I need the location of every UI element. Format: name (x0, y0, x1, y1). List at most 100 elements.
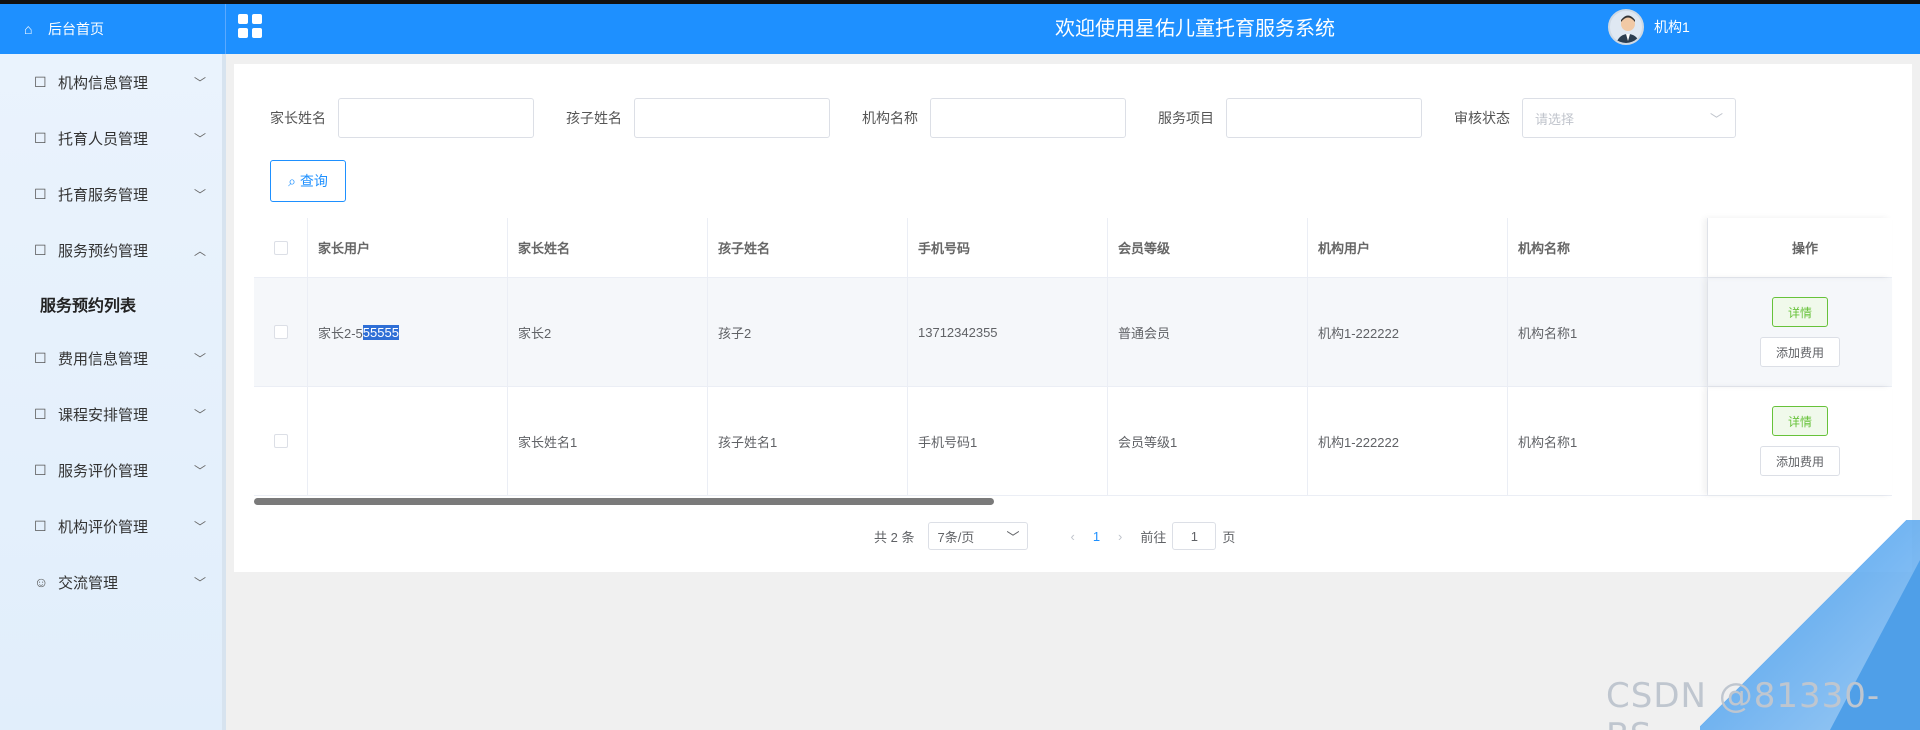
row-select-cell (254, 387, 308, 495)
chevron-down-icon: ﹀ (194, 408, 207, 422)
actions-cell: 详情 添加费用 (1708, 387, 1892, 495)
detail-button[interactable]: 详情 (1772, 406, 1828, 436)
document-icon: ☐ (34, 518, 47, 534)
query-label: 查询 (299, 173, 328, 189)
row-checkbox[interactable] (273, 325, 288, 339)
parent-name-cell: 家长2 (508, 278, 708, 386)
chevron-down-icon: ﹀ (194, 132, 207, 146)
phone-cell: 13712342355 (908, 278, 1108, 386)
sidebar-item-course[interactable]: ☐ 课程安排管理 ﹀ (0, 386, 222, 442)
column-header[interactable]: 家长用户 (308, 218, 508, 277)
document-icon: ☐ (34, 130, 47, 146)
top-bar: ⌂ 后台首页 欢迎使用星佑儿童托育服务系统 机构1 (0, 0, 1920, 54)
watermark: CSDN @81330-BS (1606, 676, 1881, 730)
chevron-down-icon: ﹀ (194, 76, 207, 90)
sidebar: ☐ 机构信息管理 ﹀ ☐ 托育人员管理 ﹀ ☐ 托育服务管理 ﹀ ☐ 服务预约管… (0, 54, 226, 730)
org-name-input[interactable] (930, 98, 1126, 138)
sidebar-item-fee[interactable]: ☐ 费用信息管理 ﹀ (0, 330, 222, 386)
sidebar-item-org-review[interactable]: ☐ 机构评价管理 ﹀ (0, 498, 222, 554)
sidebar-item-staff[interactable]: ☐ 托育人员管理 ﹀ (0, 110, 222, 166)
parent-user-cell (308, 387, 508, 495)
pager-total: 共 2 条 (874, 529, 915, 545)
sidebar-item-label: 服务预约管理 (58, 242, 149, 260)
parent-user-cell: 家长2-5 55555 (308, 278, 508, 386)
status-select[interactable]: 请选择 ﹀ (1522, 98, 1736, 138)
sidebar-item-label: 服务评价管理 (58, 462, 149, 480)
chevron-up-icon: ︿ (194, 244, 207, 258)
chevron-down-icon: ﹀ (194, 520, 207, 534)
home-link[interactable]: ⌂ 后台首页 (0, 4, 226, 54)
page-size-select[interactable]: 7条/页 ﹀ (928, 522, 1029, 550)
org-name-cell: 机构名称1 (1508, 278, 1708, 386)
add-fee-button[interactable]: 添加费用 (1760, 446, 1840, 476)
level-cell: 会员等级1 (1108, 387, 1308, 495)
child-name-field: 孩子姓名 (566, 98, 830, 138)
child-name-cell: 孩子姓名1 (708, 387, 908, 495)
column-header[interactable]: 手机号码 (908, 218, 1108, 277)
menu-grid-icon[interactable] (238, 14, 262, 38)
document-icon: ☐ (34, 242, 47, 258)
chat-icon: ☺ (34, 574, 49, 590)
sidebar-item-service[interactable]: ☐ 托育服务管理 ﹀ (0, 166, 222, 222)
chevron-down-icon: ﹀ (1006, 529, 1020, 545)
select-all-cell (254, 218, 308, 277)
row-select-cell (254, 278, 308, 386)
prev-page-icon[interactable]: ‹ (1070, 529, 1074, 544)
table-row[interactable]: 家长姓名1 孩子姓名1 手机号码1 会员等级1 机构1-222222 机构名称1… (254, 387, 1892, 496)
selected-text: 55555 (362, 324, 399, 340)
sidebar-item-label: 课程安排管理 (58, 406, 149, 424)
chevron-down-icon: ﹀ (1709, 111, 1723, 127)
goto-prefix: 前往 (1140, 529, 1167, 545)
service-field: 服务项目 (1158, 98, 1422, 138)
document-icon: ☐ (34, 406, 47, 422)
actions-cell: 详情 添加费用 (1708, 278, 1892, 386)
sidebar-item-label: 机构评价管理 (58, 518, 149, 536)
sidebar-subitem-booking-list[interactable]: 服务预约列表 (0, 278, 222, 330)
row-checkbox[interactable] (273, 434, 288, 448)
page-number[interactable]: 1 (1093, 529, 1100, 544)
sidebar-item-service-review[interactable]: ☐ 服务评价管理 ﹀ (0, 442, 222, 498)
parent-user-text: 家长2-5 (318, 325, 363, 341)
booking-table: 家长用户 家长姓名 孩子姓名 手机号码 会员等级 机构用户 机构名称 操作 家长… (254, 218, 1892, 496)
next-page-icon[interactable]: › (1118, 529, 1122, 544)
status-label: 审核状态 (1454, 110, 1510, 126)
add-fee-button[interactable]: 添加费用 (1760, 337, 1840, 367)
column-header[interactable]: 家长姓名 (508, 218, 708, 277)
main-panel: 家长姓名 孩子姓名 机构名称 服务项目 审核状态 请选择 ﹀ ⌕ 查询 家长用户… (234, 64, 1912, 572)
sidebar-item-label: 费用信息管理 (58, 350, 149, 368)
column-header[interactable]: 孩子姓名 (708, 218, 908, 277)
user-name: 机构1 (1654, 19, 1690, 35)
status-field: 审核状态 请选择 ﹀ (1454, 98, 1736, 138)
column-header[interactable]: 机构名称 (1508, 218, 1708, 277)
column-header[interactable]: 机构用户 (1308, 218, 1508, 277)
document-icon: ☐ (34, 350, 47, 366)
select-all-checkbox[interactable] (273, 240, 288, 255)
sidebar-item-label: 交流管理 (58, 574, 119, 592)
table-row[interactable]: 家长2-5 55555 家长2 孩子2 13712342355 普通会员 机构1-… (254, 278, 1892, 387)
chevron-down-icon: ﹀ (194, 464, 207, 478)
horizontal-scrollbar[interactable] (254, 498, 994, 505)
sidebar-item-chat[interactable]: ☺ 交流管理 ﹀ (0, 554, 222, 610)
page-size-value: 7条/页 (937, 529, 975, 545)
service-input[interactable] (1226, 98, 1422, 138)
service-label: 服务项目 (1158, 110, 1214, 126)
parent-name-input[interactable] (338, 98, 534, 138)
chevron-down-icon: ﹀ (194, 188, 207, 202)
child-name-cell: 孩子2 (708, 278, 908, 386)
column-header: 操作 (1708, 218, 1892, 277)
column-header[interactable]: 会员等级 (1108, 218, 1308, 277)
table-header: 家长用户 家长姓名 孩子姓名 手机号码 会员等级 机构用户 机构名称 操作 (254, 218, 1892, 278)
search-icon: ⌕ (288, 172, 296, 189)
sidebar-item-org-info[interactable]: ☐ 机构信息管理 ﹀ (0, 54, 222, 110)
detail-button[interactable]: 详情 (1772, 297, 1828, 327)
pagination: 共 2 条 7条/页 ﹀ ‹ 1 › 前往 1 页 (874, 522, 1235, 550)
child-name-input[interactable] (634, 98, 830, 138)
goto-page-input[interactable]: 1 (1172, 522, 1217, 550)
org-name-field: 机构名称 (862, 98, 1126, 138)
chevron-down-icon: ﹀ (194, 352, 207, 366)
phone-cell: 手机号码1 (908, 387, 1108, 495)
sidebar-item-booking[interactable]: ☐ 服务预约管理 ︿ (0, 222, 222, 278)
user-menu[interactable]: 机构1 (1608, 9, 1690, 45)
query-button[interactable]: ⌕ 查询 (270, 160, 346, 202)
org-name-label: 机构名称 (862, 110, 918, 126)
